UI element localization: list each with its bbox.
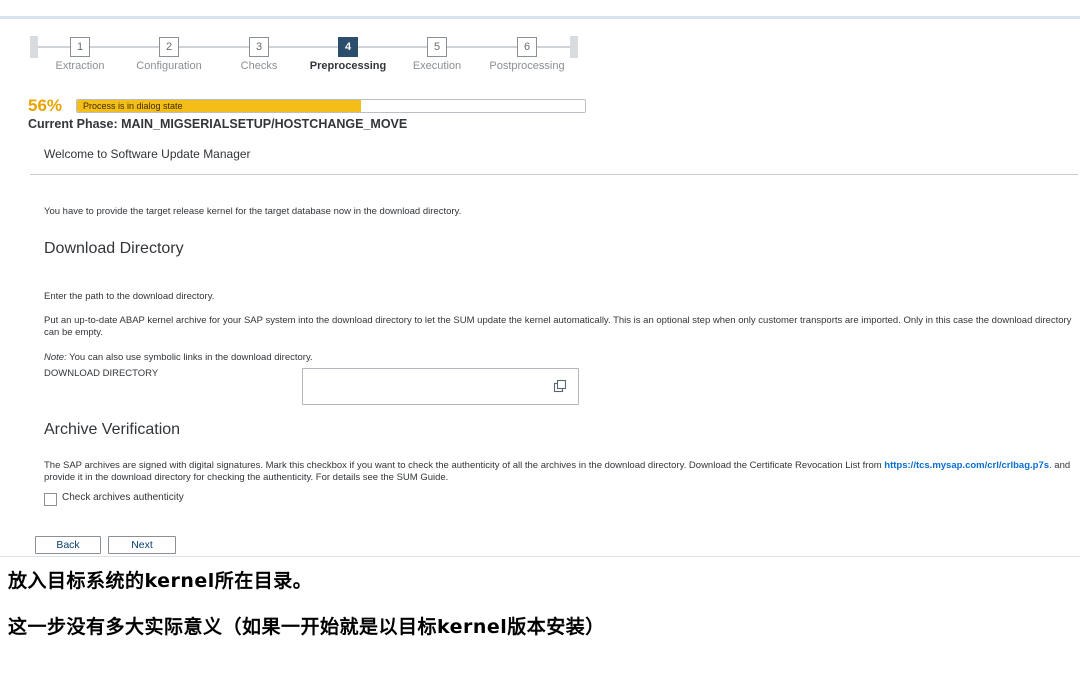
note-text: You can also use symbolic links in the d…	[66, 352, 313, 363]
download-instruction: Enter the path to the download directory…	[44, 291, 215, 302]
step-label: Checks	[240, 60, 278, 72]
check-archives-checkbox[interactable]	[44, 493, 57, 506]
wizard-step-execution[interactable]: 5 Execution	[387, 37, 487, 73]
wizard-step-preprocessing[interactable]: 4 Preprocessing	[298, 37, 398, 73]
progress-percent: 56%	[28, 96, 63, 115]
archive-description: The SAP archives are signed with digital…	[44, 460, 1074, 484]
download-directory-heading: Download Directory	[44, 240, 184, 257]
download-directory-input[interactable]	[302, 368, 579, 405]
step-number: 1	[70, 37, 90, 57]
wizard-step-extraction[interactable]: 1 Extraction	[30, 37, 130, 73]
intro-text: You have to provide the target release k…	[44, 206, 462, 217]
step-label: Extraction	[55, 60, 105, 72]
progress-status-text: Process is in dialog state	[83, 101, 183, 111]
step-label: Preprocessing	[309, 60, 387, 72]
step-number: 6	[517, 37, 537, 57]
step-label: Execution	[412, 60, 462, 72]
step-number: 5	[427, 37, 447, 57]
crl-link[interactable]: https://tcs.mysap.com/crl/crlbag.p7s	[884, 460, 1049, 471]
download-directory-label: DOWNLOAD DIRECTORY	[44, 368, 159, 379]
wizard-step-checks[interactable]: 3 Checks	[209, 37, 309, 73]
archive-verification-heading: Archive Verification	[44, 421, 181, 438]
step-label: Configuration	[136, 60, 202, 72]
back-button[interactable]: Back	[35, 536, 101, 554]
archive-text-before: The SAP archives are signed with digital…	[44, 460, 882, 471]
step-number: 3	[249, 37, 269, 57]
annotation-line-2: 这一步没有多大实际意义（如果一开始就是以目标kernel版本安装）	[8, 616, 605, 638]
copy-icon[interactable]	[552, 378, 568, 394]
top-bar-clipped-text	[60, 0, 320, 6]
note-label: Note:	[44, 352, 67, 363]
wizard-step-configuration[interactable]: 2 Configuration	[119, 37, 219, 73]
divider	[30, 174, 1078, 175]
wizard-step-postprocessing[interactable]: 6 Postprocessing	[477, 37, 577, 73]
progress-bar: Process is in dialog state	[76, 99, 586, 113]
step-number: 4	[338, 37, 358, 57]
download-description: Put an up-to-date ABAP kernel archive fo…	[44, 315, 1072, 338]
step-label: Postprocessing	[489, 60, 565, 72]
annotation-line-1: 放入目标系统的kernel所在目录。	[8, 570, 313, 592]
divider	[0, 556, 1080, 557]
welcome-title: Welcome to Software Update Manager	[44, 147, 251, 161]
download-note: Note: You can also use symbolic links in…	[44, 352, 313, 364]
top-bar	[0, 0, 1080, 19]
check-archives-label[interactable]: Check archives authenticity	[62, 492, 184, 503]
next-button[interactable]: Next	[108, 536, 176, 554]
current-phase: Current Phase: MAIN_MIGSERIALSETUP/HOSTC…	[28, 117, 408, 131]
step-number: 2	[159, 37, 179, 57]
